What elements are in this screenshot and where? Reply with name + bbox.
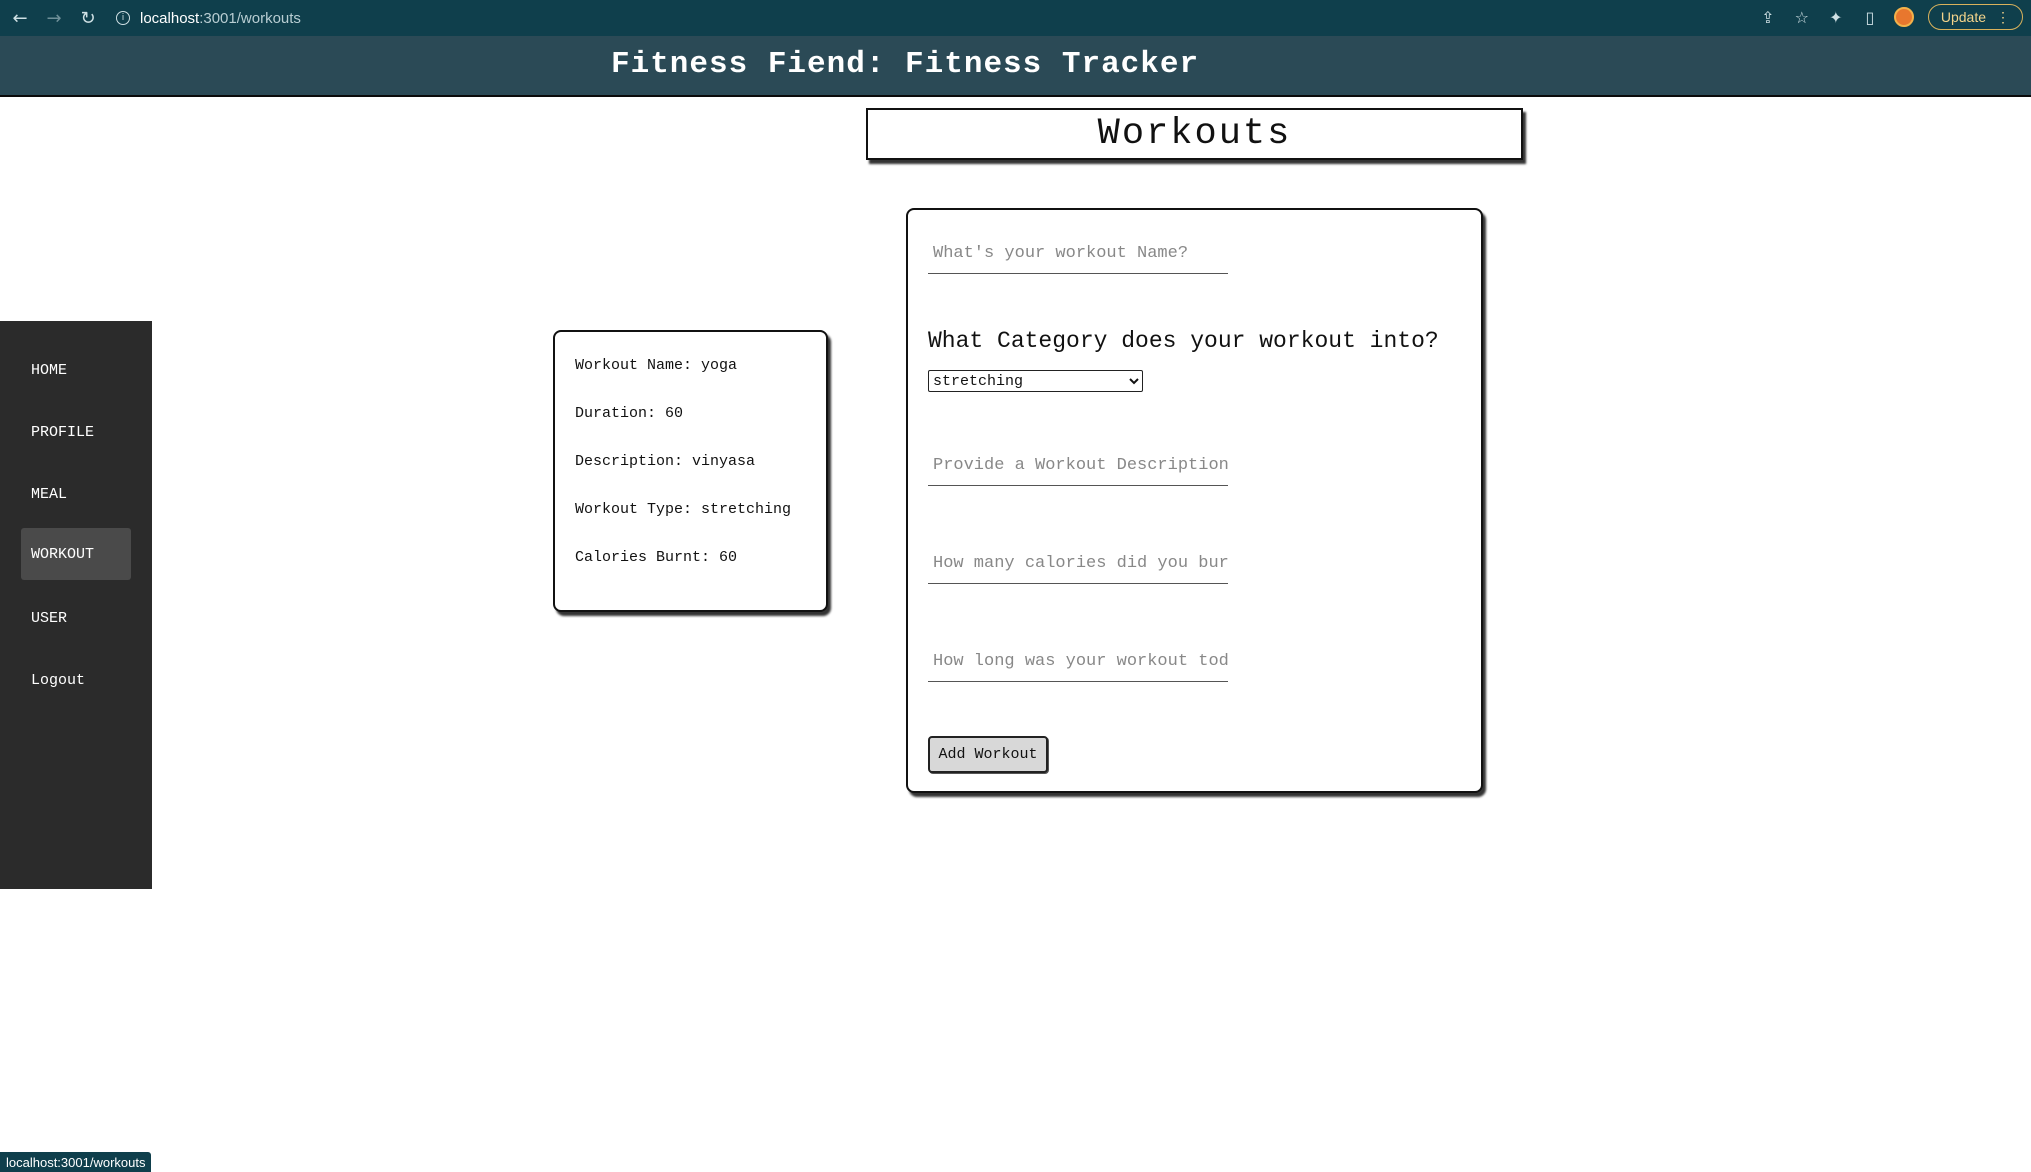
workout-type: Workout Type: stretching [575,501,792,518]
app-header: Fitness Fiend: Fitness Tracker [0,36,2031,97]
bookmark-star-icon[interactable]: ☆ [1792,8,1812,27]
sidebar: HOME PROFILE MEAL WORKOUT USER Logout [0,321,152,889]
url-host: localhost [140,9,200,27]
add-workout-form: What Category does your workout into? st… [906,208,1483,793]
workout-duration: Duration: 60 [575,405,684,422]
workout-name: Workout Name: yoga [575,357,738,374]
duration-input[interactable] [928,642,1228,682]
sidebar-item-home[interactable]: HOME [21,344,131,396]
side-panel-icon[interactable]: ▯ [1860,8,1880,27]
info-icon[interactable]: i [116,11,130,25]
update-button[interactable]: Update ⋮ [1927,4,2023,30]
workout-name-input[interactable] [928,234,1228,274]
share-icon[interactable]: ⇪ [1758,8,1778,27]
address-bar[interactable]: i localhost:3001/workouts [116,10,301,27]
sidebar-item-user[interactable]: USER [21,592,131,644]
workout-description: Description: vinyasa [575,453,756,470]
category-select[interactable]: stretching [928,370,1143,392]
status-bar-url: localhost:3001/workouts [0,1152,152,1172]
sidebar-item-profile[interactable]: PROFILE [21,406,131,458]
page-title: Workouts [866,108,1523,160]
category-label: What Category does your workout into? [928,328,1439,354]
calories-input[interactable] [928,544,1228,584]
browser-toolbar: ← → ↻ i localhost:3001/workouts ⇪ ☆ ✦ ▯ … [0,0,2031,36]
add-workout-button[interactable]: Add Workout [928,736,1048,773]
update-label: Update [1940,9,1986,25]
description-input[interactable] [928,446,1228,486]
reload-icon[interactable]: ↻ [74,4,102,32]
sidebar-item-logout[interactable]: Logout [21,654,131,706]
extensions-icon[interactable]: ✦ [1826,8,1846,27]
forward-icon[interactable]: → [40,4,68,32]
url-path: :3001/workouts [199,9,301,27]
workout-card: Workout Name: yoga Duration: 60 Descript… [553,330,828,612]
app-title: Fitness Fiend: Fitness Tracker [611,47,1200,82]
more-menu-icon: ⋮ [1996,8,2010,25]
sidebar-item-meal[interactable]: MEAL [21,468,131,520]
workout-calories: Calories Burnt: 60 [575,549,738,566]
profile-avatar[interactable] [1893,7,1914,27]
back-icon[interactable]: ← [6,4,34,32]
sidebar-item-workout[interactable]: WORKOUT [21,528,131,580]
